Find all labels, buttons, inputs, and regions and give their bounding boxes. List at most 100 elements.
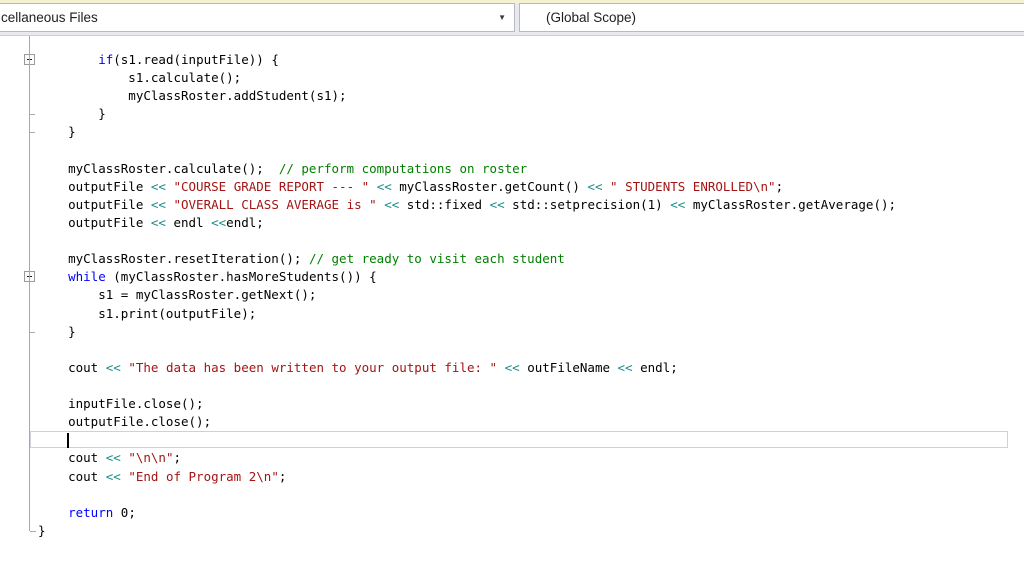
code-text: s1.print(outputFile); bbox=[38, 305, 257, 321]
scope-dropdown[interactable]: (Global Scope) bbox=[519, 3, 1024, 32]
code-text: (s1.read(inputFile)) { bbox=[113, 52, 279, 67]
code-keyword: while bbox=[68, 269, 106, 285]
code-text: std::fixed bbox=[399, 196, 490, 212]
code-line[interactable]: while (myClassRoster.hasMoreStudents()) … bbox=[38, 268, 1024, 286]
code-text: outputFile bbox=[38, 178, 151, 194]
code-text: ; bbox=[278, 468, 287, 484]
chevron-down-icon[interactable]: ▼ bbox=[498, 13, 506, 22]
navigation-bar: cellaneous Files ▼ (Global Scope) bbox=[0, 0, 1024, 36]
project-types-dropdown[interactable]: cellaneous Files ▼ bbox=[0, 3, 515, 32]
code-line[interactable]: cout << "The data has been written to yo… bbox=[38, 359, 1024, 377]
code-operator: << bbox=[105, 468, 121, 484]
code-text: myClassRoster.addStudent(s1); bbox=[38, 88, 347, 104]
code-line[interactable] bbox=[38, 431, 1024, 449]
code-line[interactable] bbox=[38, 486, 1024, 504]
code-line[interactable]: myClassRoster.calculate(); // perform co… bbox=[38, 160, 1024, 178]
code-line[interactable]: outputFile.close(); bbox=[38, 413, 1024, 431]
code-string: " STUDENTS ENROLLED\n" bbox=[610, 178, 776, 194]
code-text: myClassRoster.resetIteration(); bbox=[38, 251, 309, 267]
code-text: } bbox=[38, 106, 106, 122]
code-operator: << bbox=[489, 196, 505, 212]
code-text: 0; bbox=[113, 504, 136, 520]
code-text: inputFile.close(); bbox=[38, 396, 204, 412]
code-text: myClassRoster.getAverage(); bbox=[685, 196, 897, 212]
code-line[interactable]: if(s1.read(inputFile)) { bbox=[38, 51, 1024, 69]
code-operator: << bbox=[376, 178, 392, 194]
code-line[interactable]: myClassRoster.addStudent(s1); bbox=[38, 87, 1024, 105]
code-string: "OVERALL CLASS AVERAGE is " bbox=[173, 196, 377, 212]
project-types-dropdown-label: cellaneous Files bbox=[1, 10, 98, 25]
code-line[interactable] bbox=[38, 377, 1024, 395]
code-text: outFileName bbox=[519, 359, 618, 375]
code-area[interactable]: if(s1.read(inputFile)) { s1.calculate();… bbox=[0, 51, 1024, 540]
code-operator: << bbox=[150, 178, 166, 194]
code-text: s1 = myClassRoster.getNext(); bbox=[38, 287, 317, 303]
code-line[interactable]: s1.print(outputFile); bbox=[38, 305, 1024, 323]
code-operator: << bbox=[670, 196, 686, 212]
code-text: } bbox=[38, 124, 76, 140]
code-line[interactable]: outputFile << "OVERALL CLASS AVERAGE is … bbox=[38, 196, 1024, 214]
code-string: "End of Program 2\n" bbox=[128, 468, 279, 484]
scope-dropdown-label: (Global Scope) bbox=[546, 10, 637, 25]
code-operator: << bbox=[617, 359, 633, 375]
code-keyword: if bbox=[98, 52, 114, 67]
code-operator: << bbox=[150, 214, 166, 230]
code-text: endl bbox=[165, 214, 212, 230]
code-comment: // perform computations on roster bbox=[278, 160, 528, 176]
code-line[interactable]: s1.calculate(); bbox=[38, 69, 1024, 87]
code-text: endl; bbox=[226, 214, 264, 230]
code-line[interactable]: } bbox=[38, 522, 1024, 540]
code-line[interactable] bbox=[38, 232, 1024, 250]
code-text: outputFile bbox=[38, 214, 151, 230]
code-text: cout bbox=[38, 468, 106, 484]
code-text: myClassRoster.getCount() bbox=[391, 178, 588, 194]
code-line[interactable]: s1 = myClassRoster.getNext(); bbox=[38, 286, 1024, 304]
code-line[interactable]: outputFile << endl <<endl; bbox=[38, 214, 1024, 232]
code-text: ; bbox=[775, 178, 784, 194]
code-string: "\n\n" bbox=[128, 450, 174, 466]
code-operator: << bbox=[587, 178, 603, 194]
code-operator: << bbox=[504, 359, 520, 375]
code-line[interactable]: inputFile.close(); bbox=[38, 395, 1024, 413]
code-text: outputFile.close(); bbox=[38, 414, 212, 430]
code-text: std::setprecision(1) bbox=[504, 196, 671, 212]
code-comment: // get ready to visit each student bbox=[308, 251, 565, 267]
code-line[interactable]: } bbox=[38, 123, 1024, 141]
code-string: "COURSE GRADE REPORT --- " bbox=[173, 178, 370, 194]
code-operator: << bbox=[211, 214, 227, 230]
code-text: } bbox=[38, 522, 46, 538]
code-line[interactable]: outputFile << "COURSE GRADE REPORT --- "… bbox=[38, 178, 1024, 196]
code-text: } bbox=[38, 323, 76, 339]
code-line[interactable]: } bbox=[38, 105, 1024, 123]
code-editor[interactable]: if(s1.read(inputFile)) { s1.calculate();… bbox=[0, 36, 1024, 572]
code-text: (myClassRoster.hasMoreStudents()) { bbox=[105, 269, 377, 285]
code-line[interactable]: } bbox=[38, 323, 1024, 341]
code-line[interactable]: return 0; bbox=[38, 504, 1024, 522]
code-text: cout bbox=[38, 450, 106, 466]
code-operator: << bbox=[384, 196, 400, 212]
code-text: endl; bbox=[632, 359, 678, 375]
code-text: ; bbox=[173, 450, 182, 466]
code-operator: << bbox=[105, 359, 121, 375]
code-text: s1.calculate(); bbox=[38, 70, 242, 86]
text-cursor bbox=[67, 432, 69, 448]
code-operator: << bbox=[150, 196, 166, 212]
code-keyword: return bbox=[68, 504, 114, 520]
code-text: cout bbox=[38, 359, 106, 375]
code-line[interactable]: cout << "End of Program 2\n"; bbox=[38, 468, 1024, 486]
code-string: "The data has been written to your outpu… bbox=[128, 359, 498, 375]
code-text: outputFile bbox=[38, 196, 151, 212]
code-line[interactable] bbox=[38, 142, 1024, 160]
code-line[interactable]: cout << "\n\n"; bbox=[38, 449, 1024, 467]
code-text: myClassRoster.calculate(); bbox=[38, 160, 279, 176]
code-operator: << bbox=[105, 450, 121, 466]
code-line[interactable] bbox=[38, 341, 1024, 359]
code-line[interactable]: myClassRoster.resetIteration(); // get r… bbox=[38, 250, 1024, 268]
